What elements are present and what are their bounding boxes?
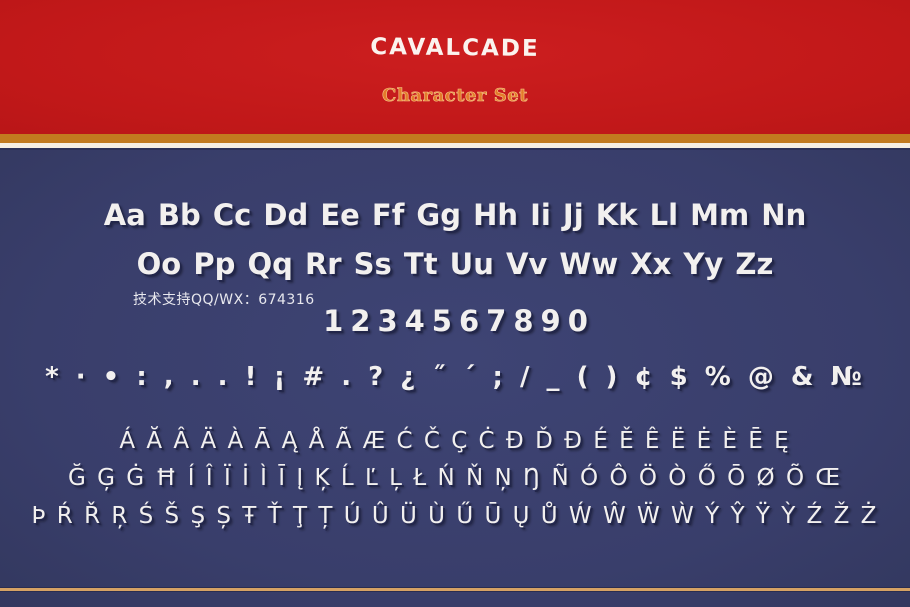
bottom-gold-line xyxy=(0,588,910,591)
punctuation-row: * · • : , . . ! ¡ # . ? ¿ ˝ ´ ; / _ ( ) … xyxy=(45,362,865,392)
accented-row-3: Þ Ŕ Ř Ŗ Ś Š Ş Ș Ŧ Ť Ţ Ț Ú Û Ü Ù Ű Ū Ų Ů … xyxy=(31,503,879,529)
digits-row: 1234567890 xyxy=(323,304,595,338)
font-subtitle: Character Set xyxy=(382,85,528,107)
gold-divider-stripe xyxy=(0,134,910,143)
character-set-poster: CAVALCADE Character Set Aa Bb Cc Dd Ee F… xyxy=(0,0,910,607)
alphabet-row-1: Aa Bb Cc Dd Ee Ff Gg Hh Ii Jj Kk Ll Mm N… xyxy=(103,198,807,232)
accented-row-2: Ğ Ģ Ġ Ħ Í Î Ï İ Ì Ī Į Ķ Ĺ Ľ Ļ Ł Ń Ň Ņ Ŋ … xyxy=(68,465,842,491)
accented-row-1: Á Ă Â Ä À Ā Ą Å Ã Æ Ć Č Ç Ċ Đ Ď Đ É Ě Ê … xyxy=(119,428,791,454)
alphabet-row-2: Oo Pp Qq Rr Ss Tt Uu Vv Ww Xx Yy Zz xyxy=(136,247,774,281)
header-banner xyxy=(0,0,910,134)
